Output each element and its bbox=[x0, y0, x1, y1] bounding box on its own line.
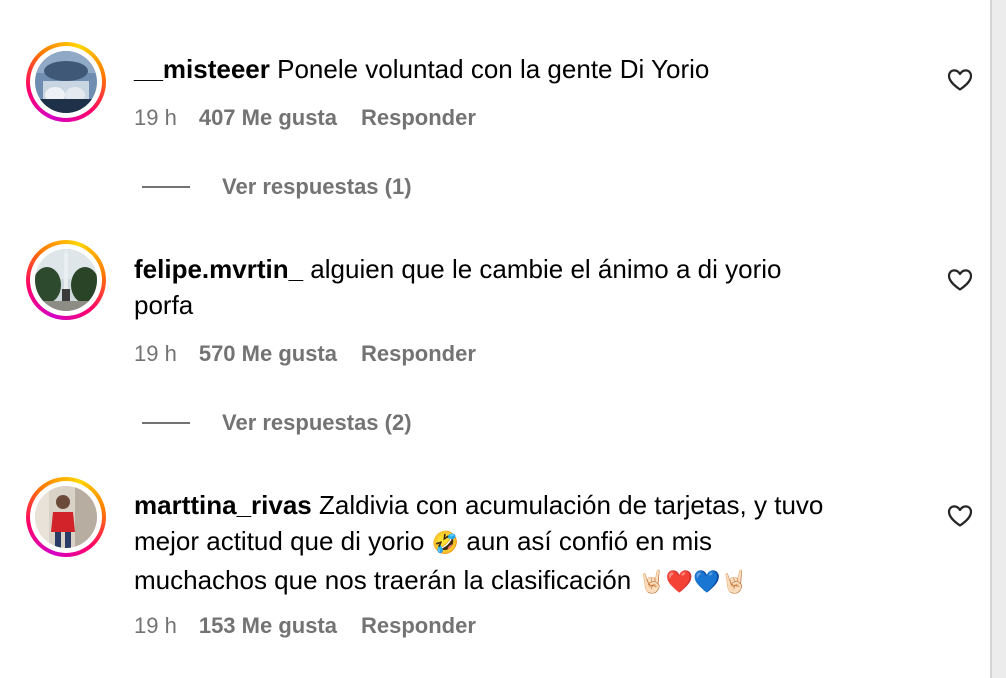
comment-likes[interactable]: 407 Me gusta bbox=[199, 105, 337, 130]
heart-outline-icon[interactable] bbox=[947, 268, 973, 292]
comment-body: felipe.mvrtin_ alguien que le cambie el … bbox=[134, 251, 924, 323]
comment-meta: 19 h 407 Me gusta Responder bbox=[134, 104, 476, 132]
comment-username[interactable]: felipe.mvrtin_ bbox=[134, 254, 303, 284]
comment-likes[interactable]: 153 Me gusta bbox=[199, 613, 337, 638]
comment-text: alguien que le cambie el ánimo a di yori… bbox=[310, 254, 782, 284]
avatar[interactable] bbox=[35, 51, 97, 113]
comment-meta: 19 h 570 Me gusta Responder bbox=[134, 340, 476, 368]
avatar-photo bbox=[35, 486, 97, 548]
comments-panel: __misteeer Ponele voluntad con la gente … bbox=[0, 0, 1006, 678]
reply-button[interactable]: Responder bbox=[361, 613, 476, 638]
comment-text-continued: aun así confió en mis bbox=[466, 526, 713, 556]
comment-text: Zaldivia con acumulación de tarjetas, y … bbox=[319, 490, 824, 520]
heart-outline-icon[interactable] bbox=[947, 504, 973, 528]
avatar-photo bbox=[35, 249, 97, 311]
comment-body: marttina_rivas Zaldivia con acumulación … bbox=[134, 487, 924, 601]
comment-body: __misteeer Ponele voluntad con la gente … bbox=[134, 51, 924, 87]
replies-divider-line bbox=[142, 422, 190, 424]
scrollbar-track[interactable] bbox=[990, 0, 1006, 678]
comment-text-continued: muchachos que nos traerán la clasificaci… bbox=[134, 565, 632, 595]
replies-divider-line bbox=[142, 186, 190, 188]
avatar-photo bbox=[35, 51, 97, 113]
panel-divider bbox=[990, 0, 992, 678]
comment-username[interactable]: marttina_rivas bbox=[134, 490, 312, 520]
comment-text: Ponele voluntad con la gente Di Yorio bbox=[277, 54, 710, 84]
comment-time: 19 h bbox=[134, 105, 177, 130]
heart-outline-icon[interactable] bbox=[947, 68, 973, 92]
comment-time: 19 h bbox=[134, 613, 177, 638]
view-replies-label: Ver respuestas (1) bbox=[222, 174, 412, 199]
laughing-emoji: 🤣 bbox=[431, 531, 460, 556]
view-replies-label: Ver respuestas (2) bbox=[222, 410, 412, 435]
comment-text-continued: mejor actitud que di yorio bbox=[134, 526, 425, 556]
comment-username[interactable]: __misteeer bbox=[134, 54, 270, 84]
reply-button[interactable]: Responder bbox=[361, 105, 476, 130]
avatar-story-ring[interactable] bbox=[26, 42, 106, 122]
comment-text-continued: porfa bbox=[134, 290, 194, 320]
comment-time: 19 h bbox=[134, 341, 177, 366]
reply-button[interactable]: Responder bbox=[361, 341, 476, 366]
emoji-sequence: 🤘🏻❤️💙🤘🏻 bbox=[638, 570, 748, 595]
comment-meta: 19 h 153 Me gusta Responder bbox=[134, 612, 476, 640]
avatar[interactable] bbox=[35, 486, 97, 548]
avatar[interactable] bbox=[35, 249, 97, 311]
comment-likes[interactable]: 570 Me gusta bbox=[199, 341, 337, 366]
avatar-story-ring[interactable] bbox=[26, 477, 106, 557]
avatar-story-ring[interactable] bbox=[26, 240, 106, 320]
